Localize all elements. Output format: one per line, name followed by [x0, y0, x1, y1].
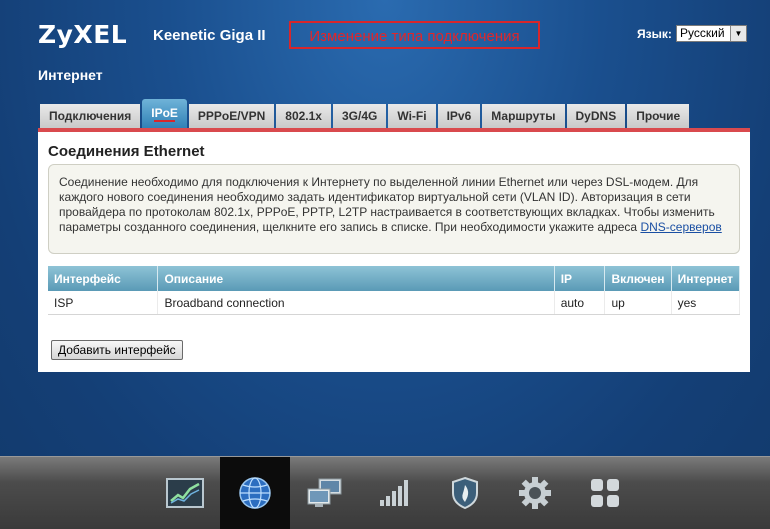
globe-icon	[239, 477, 271, 509]
active-tab-underline	[154, 120, 175, 122]
language-select[interactable]: Русский ▼	[676, 25, 747, 42]
zyxel-logo: ZyXEL	[38, 20, 128, 49]
col-enabled: Включен	[604, 266, 672, 291]
tab-ipv6[interactable]: IPv6	[437, 104, 481, 128]
interfaces-table: Интерфейс Описание IP Включен Интернет I…	[48, 266, 741, 315]
tab-connections[interactable]: Подключения	[40, 104, 141, 128]
page-title: Интернет	[38, 67, 103, 83]
signal-bars-icon	[380, 480, 408, 506]
add-interface-button[interactable]: Добавить интерфейс	[51, 340, 183, 360]
gear-icon	[519, 477, 551, 509]
annotation-box: Изменение типа подключения	[289, 21, 540, 49]
tab-bar: Подключения IPoE PPPoE/VPN 802.1x 3G/4G …	[40, 99, 691, 129]
shield-icon	[452, 476, 478, 510]
tab-3g4g[interactable]: 3G/4G	[332, 104, 387, 128]
dock-item-wifi[interactable]	[360, 457, 430, 529]
content-panel: Соединения Ethernet Соединение необходим…	[38, 132, 750, 372]
model-name: Keenetic Giga II	[153, 27, 266, 44]
language-select-value: Русский	[680, 26, 725, 40]
table-row[interactable]: ISP Broadband connection auto up yes	[48, 291, 741, 315]
dock-item-home-network[interactable]	[290, 457, 360, 529]
col-description: Описание	[157, 266, 555, 291]
col-ip: IP	[554, 266, 606, 291]
dock-item-system[interactable]	[500, 457, 570, 529]
tab-ipoe[interactable]: IPoE	[142, 99, 187, 129]
tab-wifi[interactable]: Wi-Fi	[388, 104, 436, 128]
bottom-dock	[0, 456, 770, 529]
cell-enabled: up	[604, 291, 672, 315]
language-label: Язык:	[637, 27, 672, 41]
col-internet: Интернет	[671, 266, 741, 291]
tab-dydns[interactable]: DyDNS	[566, 104, 626, 128]
cell-internet: yes	[671, 291, 741, 315]
table-header-row: Интерфейс Описание IP Включен Интернет	[48, 266, 741, 291]
info-text: Соединение необходимо для подключения к …	[59, 175, 715, 234]
dock-item-apps[interactable]	[570, 457, 640, 529]
dock-item-internet[interactable]	[220, 457, 290, 529]
dns-servers-link[interactable]: DNS-серверов	[640, 220, 721, 234]
dock-item-statistics[interactable]	[150, 457, 220, 529]
cell-description: Broadband connection	[157, 291, 555, 315]
apps-grid-icon	[591, 479, 619, 507]
chevron-down-icon[interactable]: ▼	[730, 26, 746, 41]
info-box: Соединение необходимо для подключения к …	[48, 164, 740, 254]
cell-interface: ISP	[48, 291, 159, 315]
dock-item-security[interactable]	[430, 457, 500, 529]
col-interface: Интерфейс	[48, 266, 159, 291]
tab-other[interactable]: Прочие	[627, 104, 690, 128]
tab-pppoe-vpn[interactable]: PPPoE/VPN	[188, 104, 275, 128]
tab-routes[interactable]: Маршруты	[482, 104, 565, 128]
section-title: Соединения Ethernet	[48, 143, 205, 160]
tab-8021x[interactable]: 802.1x	[276, 104, 331, 128]
network-computers-icon	[307, 478, 342, 507]
cell-ip: auto	[554, 291, 606, 315]
chart-icon	[166, 478, 204, 508]
